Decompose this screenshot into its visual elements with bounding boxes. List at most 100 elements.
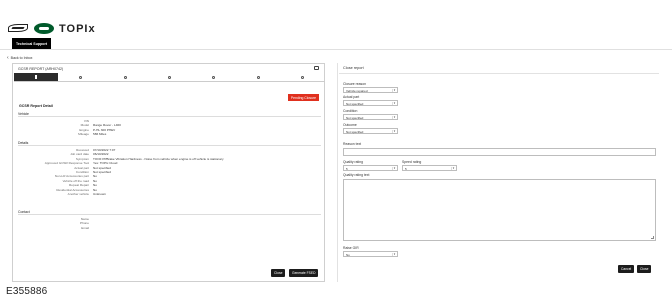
info-row-value: 06/10/2022	[93, 152, 109, 157]
app-header: TOPIx	[0, 0, 672, 36]
car-icon	[123, 75, 127, 79]
details-subheader: Details	[18, 140, 321, 146]
resize-handle-icon[interactable]	[651, 236, 654, 239]
raise-gir-value: No	[346, 253, 350, 257]
info-row-label: Repeat Repair	[69, 183, 89, 188]
info-row-label: Residential Accessories	[56, 187, 89, 192]
close-form-button[interactable]: Close	[637, 265, 652, 273]
info-row-label: Job card date	[70, 152, 89, 157]
land-rover-logo-icon	[34, 23, 54, 34]
quality-rating-textarea[interactable]	[343, 179, 656, 241]
chevron-left-icon: ‹	[7, 55, 9, 61]
info-row-label: Another vehicle	[67, 192, 89, 196]
report-tabs	[14, 73, 325, 82]
info-row-label: Vehicle off the road	[62, 178, 89, 183]
info-row-label: Mileage	[78, 132, 89, 137]
technical-support-tab[interactable]: Technical Support	[12, 38, 52, 49]
actual-part-value: Not specified	[346, 102, 364, 106]
info-row-value: Yes: TOPIx Cloud	[93, 161, 118, 166]
wrench-icon	[301, 75, 305, 79]
chevron-down-icon: ▾	[392, 88, 396, 92]
speed-rating-select[interactable]: 5 ▾	[402, 165, 457, 171]
chevron-down-icon: ▾	[392, 101, 396, 105]
close-report-button[interactable]: Close	[271, 269, 286, 277]
quality-rating-select[interactable]: 5 ▾	[343, 165, 398, 171]
info-row-value: Not specified	[93, 165, 111, 170]
contact-subheader: Contact	[18, 209, 321, 215]
info-row-label: Received	[76, 148, 89, 152]
app-brand-name: TOPIx	[59, 23, 96, 35]
tab-people[interactable]	[147, 73, 191, 81]
tab-list[interactable]	[236, 73, 280, 81]
speed-rating-value: 5	[405, 167, 407, 171]
figure-caption: E355886	[6, 286, 48, 297]
outcome-select[interactable]: Not specified ▾	[343, 128, 398, 134]
info-row-value: Not specified	[93, 170, 111, 174]
info-row-value: No	[93, 187, 97, 192]
info-row-label: Email	[81, 225, 89, 230]
tab-location[interactable]	[192, 73, 236, 81]
top-navbar	[0, 37, 672, 50]
chevron-down-icon: ▾	[392, 252, 396, 256]
info-row-label: Model	[80, 123, 89, 128]
chevron-down-icon: ▾	[451, 166, 455, 170]
close-report-title: Close report	[343, 66, 364, 70]
reason-text-input[interactable]	[343, 148, 656, 156]
jaguar-logo-icon	[8, 24, 28, 32]
generate-fsed-button[interactable]: Generate FSED	[289, 269, 319, 277]
list-icon	[256, 75, 260, 79]
print-icon[interactable]	[314, 66, 319, 70]
info-row: Email	[13, 226, 313, 230]
info-row: Mileage 586 Miles	[13, 132, 313, 136]
info-row-value: No	[93, 178, 97, 183]
divider	[339, 73, 659, 74]
info-row-label: Approved GCSR Response Tool	[44, 161, 89, 166]
actual-part-label: Actual part	[343, 95, 360, 99]
report-title: GCSR REPORT (ARH0742)	[18, 67, 64, 71]
report-panel: GCSR REPORT (ARH0742) Pending Closure GC…	[12, 63, 325, 282]
cancel-button[interactable]: Cancel	[618, 265, 635, 273]
chevron-down-icon: ▾	[392, 115, 396, 119]
pending-closure-button[interactable]: Pending Closure	[287, 94, 319, 101]
raise-gir-select[interactable]: No ▾	[343, 251, 398, 257]
location-icon	[212, 75, 216, 79]
info-row-value: 586 Miles	[93, 132, 107, 137]
quality-rating-text-label: Quality rating text	[343, 173, 370, 177]
users-icon	[167, 75, 171, 79]
chevron-down-icon: ▾	[392, 166, 396, 170]
outcome-value: Not specified	[346, 130, 364, 134]
tab-vehicle[interactable]	[103, 73, 147, 81]
back-to-inbox-link[interactable]: ‹ Back to Inbox	[7, 55, 32, 61]
closure-reason-label: Closure reason	[343, 82, 366, 86]
raise-gir-label: Raise GIR	[343, 246, 359, 250]
info-row-label: Non-LR Accessories part	[54, 174, 89, 179]
info-row-value: Range Rover - L460	[93, 123, 121, 128]
tab-cost[interactable]	[14, 73, 59, 81]
speed-rating-label: Speed rating	[402, 160, 422, 164]
closure-reason-value: Vehicle repaired	[346, 89, 368, 93]
report-section-heading: GCSR Report Detail	[19, 104, 53, 108]
info-row-value: No	[93, 183, 97, 188]
condition-label: Condition	[343, 109, 358, 113]
info-row-value: 07/10/2022 7:07	[93, 148, 116, 152]
info-row: Another vehicle Unknown	[13, 192, 313, 196]
info-row-label: Symptom	[75, 156, 89, 161]
tab-settings[interactable]	[58, 73, 102, 81]
info-row-label: Name	[80, 217, 89, 221]
info-row-label: Actual part	[74, 165, 89, 170]
closure-reason-select[interactable]: Vehicle repaired ▾	[343, 87, 398, 93]
dollar-icon	[35, 75, 38, 79]
tab-tools[interactable]	[281, 73, 325, 81]
condition-value: Not specified	[346, 116, 364, 120]
condition-select[interactable]: Not specified ▾	[343, 114, 398, 120]
info-row-value: No	[93, 174, 97, 179]
chevron-down-icon: ▾	[392, 129, 396, 133]
info-row-label: Engine	[79, 127, 89, 132]
info-row-label: Phone	[80, 221, 89, 226]
info-row-value: P-HL 300 PHEV	[93, 127, 116, 132]
info-row-label: VIN	[83, 119, 89, 123]
actual-part-select[interactable]: Not specified ▾	[343, 100, 398, 106]
info-row-label: Condition	[75, 170, 89, 174]
quality-rating-label: Quality rating	[343, 160, 363, 164]
close-report-panel: Close report Closure reason Vehicle repa…	[337, 63, 659, 282]
